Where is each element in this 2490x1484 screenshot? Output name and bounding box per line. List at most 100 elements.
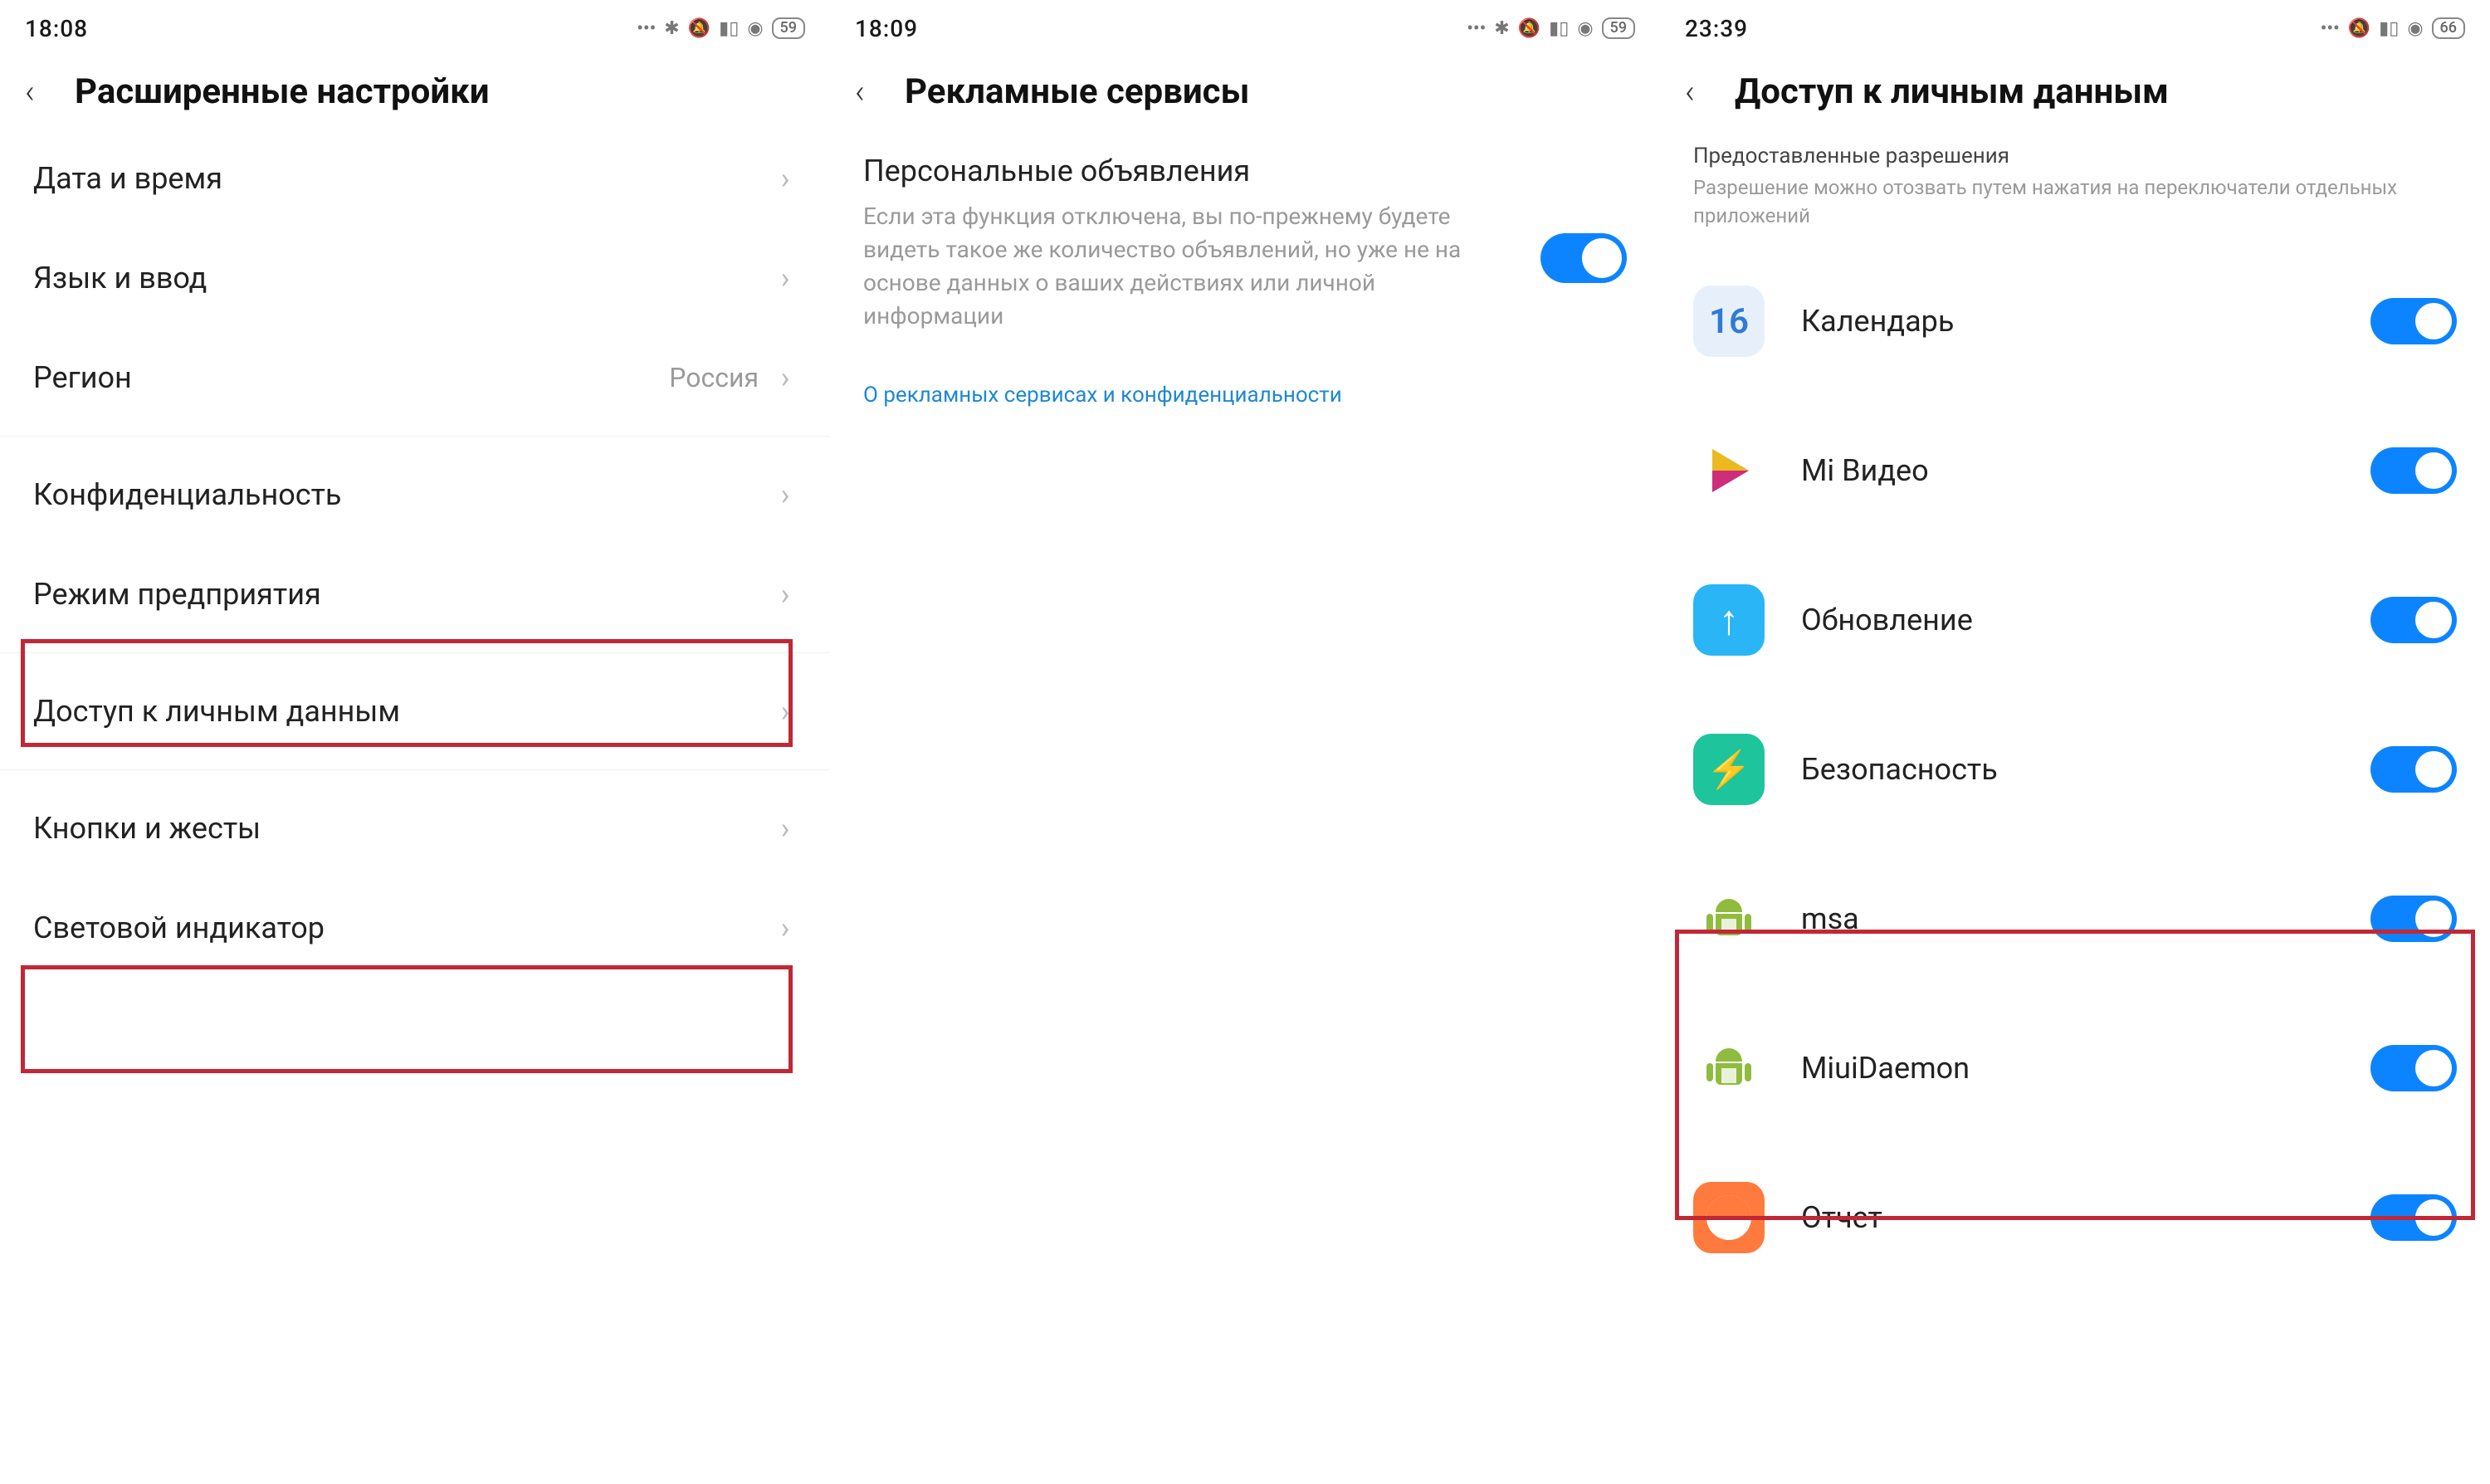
back-button[interactable]: ‹: [1685, 72, 1735, 111]
security-app-icon: ⚡: [1693, 734, 1765, 805]
screen-personal-data-access: 23:39 ••• 🔕 ▮▯ ◉ 66 ‹ Доступ к личным да…: [1660, 0, 2490, 1484]
report-app-icon: [1693, 1182, 1765, 1253]
chevron-right-icon: ›: [774, 477, 797, 512]
status-time: 23:39: [1685, 15, 1748, 42]
app-row-update: ↑ Обновление: [1693, 545, 2457, 695]
arrow-up-icon: ↑: [1719, 596, 1740, 645]
row-enterprise-mode[interactable]: Режим предприятия ›: [33, 544, 797, 644]
row-label: Кнопки и жесты: [33, 811, 774, 846]
setting-description: Если эта функция отключена, вы по-прежне…: [863, 200, 1516, 333]
status-time: 18:09: [855, 15, 918, 42]
app-label: Безопасность: [1801, 752, 2370, 787]
row-privacy[interactable]: Конфиденциальность ›: [33, 445, 797, 544]
section-header: Предоставленные разрешения Разрешение мо…: [1660, 129, 2490, 247]
row-value: Россия: [669, 362, 759, 393]
row-label: Регион: [33, 360, 669, 395]
page-title: Расширенные настройки: [75, 71, 805, 112]
chevron-right-icon: ›: [774, 694, 797, 729]
status-icons: ••• ✱ 🔕 ▮▯ ◉ 59: [1467, 17, 1635, 39]
chevron-right-icon: ›: [774, 910, 797, 945]
app-row-security: ⚡ Безопасность: [1693, 695, 2457, 844]
divider: [0, 769, 830, 770]
app-row-msa: msa: [1693, 844, 2457, 993]
update-app-icon: ↑: [1693, 584, 1765, 656]
wifi-icon: ◉: [2407, 18, 2423, 39]
app-row-calendar: 16 Календарь: [1693, 247, 2457, 396]
row-led-indicator[interactable]: Световой индикатор ›: [33, 878, 797, 978]
more-icon: •••: [1467, 18, 1486, 39]
app-label: Отчет: [1801, 1200, 2370, 1235]
status-icons: ••• 🔕 ▮▯ ◉ 66: [2321, 17, 2465, 39]
row-date-time[interactable]: Дата и время ›: [33, 129, 797, 228]
wifi-icon: ◉: [1577, 18, 1593, 39]
page-header: ‹ Доступ к личным данным: [1660, 46, 2490, 129]
mivideo-toggle[interactable]: [2370, 447, 2457, 494]
app-permissions-list: 16 Календарь Mi Видео ↑ Обновление ⚡ Без…: [1660, 247, 2490, 1292]
divider: [0, 652, 830, 653]
row-region[interactable]: Регион Россия ›: [33, 328, 797, 427]
page-header: ‹ Рекламные сервисы: [830, 46, 1660, 129]
back-button[interactable]: ‹: [855, 72, 905, 111]
app-label: Mi Видео: [1801, 453, 2370, 488]
chevron-right-icon: ›: [774, 577, 797, 612]
back-button[interactable]: ‹: [25, 72, 75, 111]
app-label: Календарь: [1801, 304, 2370, 339]
status-icons: ••• ✱ 🔕 ▮▯ ◉ 59: [637, 17, 805, 39]
row-label: Световой индикатор: [33, 910, 774, 945]
page-title: Доступ к личным данным: [1735, 71, 2465, 112]
signal-icon: ▮▯: [1549, 18, 1569, 39]
msa-toggle[interactable]: [2370, 896, 2457, 942]
miuidaemon-toggle[interactable]: [2370, 1045, 2457, 1091]
android-icon: [1704, 894, 1754, 944]
row-label: Конфиденциальность: [33, 477, 774, 512]
setting-title: Персональные объявления: [863, 154, 1627, 188]
screen-ad-services: 18:09 ••• ✱ 🔕 ▮▯ ◉ 59 ‹ Рекламные сервис…: [830, 0, 1660, 1484]
section-description: Разрешение можно отозвать путем нажатия …: [1693, 173, 2457, 230]
security-toggle[interactable]: [2370, 746, 2457, 793]
more-icon: •••: [637, 18, 656, 39]
row-personal-data-access[interactable]: Доступ к личным данным ›: [33, 661, 797, 761]
bluetooth-icon: ✱: [1494, 18, 1509, 39]
app-row-report: Отчет: [1693, 1143, 2457, 1292]
mute-icon: 🔕: [688, 18, 710, 39]
android-icon: [1704, 1043, 1754, 1093]
settings-list: Дата и время › Язык и ввод › Регион Росс…: [0, 129, 830, 978]
divider: [0, 436, 830, 437]
app-label: Обновление: [1801, 603, 2370, 637]
status-bar: 18:09 ••• ✱ 🔕 ▮▯ ◉ 59: [830, 0, 1660, 46]
mute-icon: 🔕: [2348, 18, 2370, 39]
app-label: msa: [1801, 901, 2370, 936]
update-toggle[interactable]: [2370, 597, 2457, 643]
section-title: Предоставленные разрешения: [1693, 144, 2457, 168]
chevron-right-icon: ›: [774, 261, 797, 295]
more-icon: •••: [2321, 18, 2340, 39]
signal-icon: ▮▯: [2379, 18, 2399, 39]
page-title: Рекламные сервисы: [905, 71, 1635, 112]
report-toggle[interactable]: [2370, 1194, 2457, 1241]
status-time: 18:08: [25, 15, 88, 42]
ad-services-privacy-link[interactable]: О рекламных сервисах и конфиденциальност…: [863, 383, 1627, 408]
msa-app-icon: [1693, 883, 1765, 954]
status-bar: 23:39 ••• 🔕 ▮▯ ◉ 66: [1660, 0, 2490, 46]
wifi-icon: ◉: [747, 18, 763, 39]
row-language-input[interactable]: Язык и ввод ›: [33, 228, 797, 328]
chevron-right-icon: ›: [774, 811, 797, 846]
calendar-app-icon: 16: [1693, 286, 1765, 357]
signal-icon: ▮▯: [719, 18, 739, 39]
miuidaemon-app-icon: [1693, 1032, 1765, 1104]
app-row-mivideo: Mi Видео: [1693, 396, 2457, 545]
page-header: ‹ Расширенные настройки: [0, 46, 830, 129]
calendar-toggle[interactable]: [2370, 298, 2457, 344]
row-buttons-gestures[interactable]: Кнопки и жесты ›: [33, 779, 797, 878]
chevron-right-icon: ›: [774, 360, 797, 395]
app-label: MiuiDaemon: [1801, 1051, 2370, 1086]
battery-indicator: 59: [772, 17, 805, 39]
mivideo-app-icon: [1693, 435, 1765, 506]
row-label: Режим предприятия: [33, 577, 774, 612]
app-row-miuidaemon: MiuiDaemon: [1693, 993, 2457, 1143]
status-bar: 18:08 ••• ✱ 🔕 ▮▯ ◉ 59: [0, 0, 830, 46]
battery-indicator: 66: [2432, 17, 2465, 39]
personalized-ads-block: Персональные объявления Если эта функция…: [830, 129, 1660, 408]
personalized-ads-toggle[interactable]: [1540, 233, 1627, 283]
battery-indicator: 59: [1602, 17, 1635, 39]
